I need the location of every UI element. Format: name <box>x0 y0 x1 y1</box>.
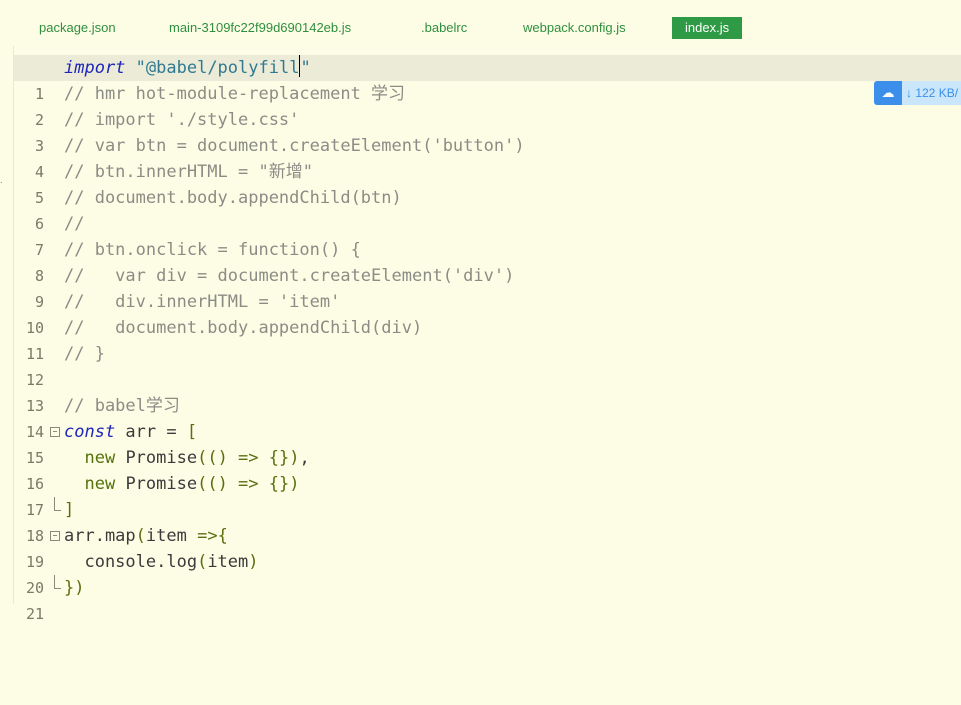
identifier: console.log <box>64 552 198 572</box>
identifier: item <box>145 526 198 546</box>
code-line: 10 // div.innerHTML = 'item' <box>14 289 961 337</box>
tab-main-bundle-js[interactable]: main-3109fc22f99d690142eb.js <box>169 17 351 39</box>
code-line: 9 // var div = document.createElement('d… <box>14 263 961 311</box>
fold-toggle-icon[interactable]: − <box>50 427 60 437</box>
tab-package-json[interactable]: package.json <box>39 17 116 39</box>
punctuation: ( <box>197 552 208 572</box>
code-line: 16 new Promise(() => {}), <box>14 445 961 493</box>
line-content: console.log(item) <box>64 549 259 575</box>
fold-end-marker <box>54 575 61 589</box>
comma: , <box>299 448 310 468</box>
comment: // btn.onclick = function() { <box>64 240 361 260</box>
comment: // div.innerHTML = 'item' <box>64 292 341 312</box>
code-line: 2 // hmr hot-module-replacement 学习 <box>14 81 961 129</box>
code-line: 12 // } <box>14 341 961 389</box>
comment: // document.body.appendChild(div) <box>64 318 423 338</box>
fold-end-marker <box>54 497 61 511</box>
side-panel-marker: . <box>0 175 3 186</box>
keyword: new <box>84 448 116 468</box>
code-line: 7 // <box>14 211 961 259</box>
punctuation: }) <box>64 578 85 598</box>
line-content: new Promise(() => {}), <box>64 445 310 471</box>
comment: // var div = document.createElement('div… <box>64 266 515 286</box>
punctuation: {}) <box>268 448 300 468</box>
code-line: 18 ] <box>14 497 961 545</box>
fold-toggle-icon[interactable]: − <box>50 531 60 541</box>
punctuation: (() <box>197 448 228 468</box>
line-content: const arr = [ <box>64 419 197 445</box>
string-literal-end: " <box>300 58 311 78</box>
string-literal: "@babel/polyfill <box>135 58 300 78</box>
operator: = <box>166 422 177 442</box>
side-panel-edge <box>0 46 14 604</box>
code-line: 5 // btn.innerHTML = "新增" <box>14 159 961 207</box>
comment: // } <box>64 344 105 364</box>
identifier: arr.map <box>64 526 136 546</box>
arrow-operator: => <box>227 448 269 468</box>
tab-webpack-config-js[interactable]: webpack.config.js <box>523 17 626 39</box>
comment: // btn.innerHTML = "新增" <box>64 162 313 182</box>
comment: // <box>64 214 85 234</box>
code-line: 11 // document.body.appendChild(div) <box>14 315 961 363</box>
identifier: Promise <box>115 474 198 494</box>
code-line: 14 // babel学习 <box>14 393 961 441</box>
code-line: 15 − const arr = [ <box>14 419 961 467</box>
comment: // document.body.appendChild(btn) <box>64 188 402 208</box>
punctuation: {}) <box>268 474 300 494</box>
punctuation: (() <box>197 474 228 494</box>
identifier: item <box>207 552 249 572</box>
code-line: 6 // document.body.appendChild(btn) <box>14 185 961 233</box>
punctuation: ( <box>135 526 146 546</box>
comment: // hmr hot-module-replacement 学习 <box>64 84 406 104</box>
arrow-operator: =>{ <box>197 526 228 546</box>
line-content: arr.map(item =>{ <box>64 523 228 549</box>
tab-index-js[interactable]: index.js <box>672 17 743 39</box>
code-line: 4 // var btn = document.createElement('b… <box>14 133 961 181</box>
line-content: new Promise(() => {}) <box>64 471 299 497</box>
bracket: [ <box>186 422 198 442</box>
keyword: import <box>64 58 126 78</box>
code-line: 8 // btn.onclick = function() { <box>14 237 961 285</box>
identifier: Promise <box>115 448 198 468</box>
tab-bar: package.json main-3109fc22f99d690142eb.j… <box>0 0 961 46</box>
arrow-operator: => <box>227 474 269 494</box>
bracket: ] <box>64 500 75 520</box>
punctuation: ) <box>248 552 259 572</box>
code-line: 19 − arr.map(item =>{ <box>14 523 961 571</box>
line-content: import "@babel/polyfill" <box>64 55 311 81</box>
code-line: 13 <box>14 367 961 415</box>
code-editor[interactable]: 1 import "@babel/polyfill" 2 // hmr hot-… <box>14 55 961 623</box>
comment: // babel学习 <box>64 396 180 416</box>
comment: // var btn = document.createElement('but… <box>64 136 525 156</box>
identifier: arr <box>115 422 167 442</box>
code-line: 21 }) <box>14 575 961 623</box>
keyword: const <box>64 422 116 442</box>
code-line: 20 console.log(item) <box>14 549 961 597</box>
code-line: 17 new Promise(() => {}) <box>14 471 961 519</box>
code-line: 1 import "@babel/polyfill" <box>14 55 961 103</box>
line-number: 21 <box>25 605 44 623</box>
keyword: new <box>84 474 116 494</box>
tab-babelrc[interactable]: .babelrc <box>421 17 467 39</box>
comment: // import './style.css' <box>64 110 300 130</box>
code-line: 3 // import './style.css' <box>14 107 961 155</box>
